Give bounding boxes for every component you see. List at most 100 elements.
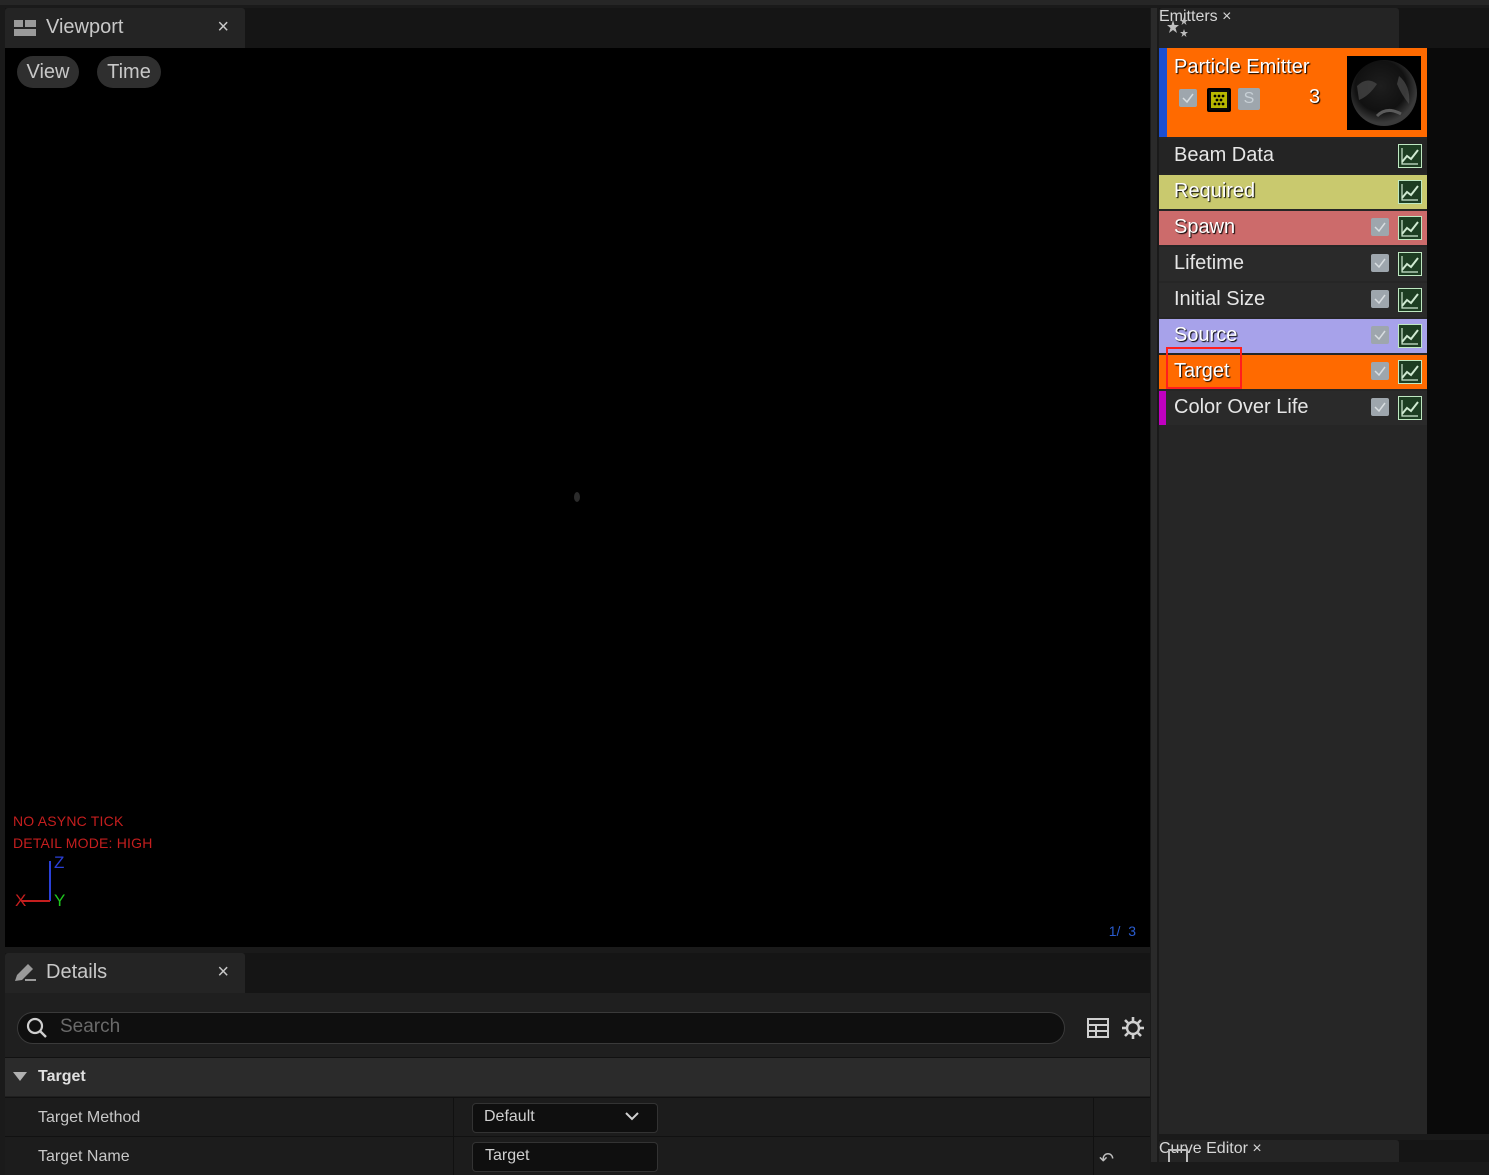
- graph-line-icon: [1401, 148, 1419, 165]
- property-row-target-method: Target Method Default: [5, 1097, 1150, 1136]
- module-accent-bar: [1159, 391, 1166, 425]
- viewport-canvas[interactable]: View Time NO ASYNC TICK DETAIL MODE: HIG…: [5, 48, 1150, 947]
- emitter-column: Particle Emitter S 3 Beam Data Required …: [1159, 48, 1427, 1134]
- category-target[interactable]: Target: [5, 1057, 1150, 1096]
- module-label: Spawn: [1174, 216, 1236, 238]
- property-name: Target Method: [38, 1109, 141, 1126]
- emitter-empty-area[interactable]: [1427, 48, 1489, 1134]
- details-search-field[interactable]: Search: [17, 1012, 1065, 1044]
- graph-line-icon: [1401, 400, 1419, 417]
- emitters-tab-bar: Emitters ×: [1159, 8, 1489, 48]
- emitter-header[interactable]: Particle Emitter S 3: [1159, 48, 1427, 137]
- graph-line-icon: [1401, 292, 1419, 309]
- viewport-counter: 1/ 3: [1108, 923, 1136, 939]
- module-row-initial-size[interactable]: Initial Size: [1159, 283, 1427, 317]
- target-name-field[interactable]: Target: [472, 1142, 658, 1172]
- solo-toggle[interactable]: S: [1238, 88, 1260, 110]
- expand-arrow-icon[interactable]: [13, 1072, 27, 1081]
- column-splitter: [1093, 1137, 1094, 1175]
- stat-detail-mode: DETAIL MODE: HIGH: [13, 835, 153, 851]
- selection-highlight: [1166, 347, 1242, 389]
- emitters-icon: [1167, 17, 1188, 37]
- checkmark-icon: [1374, 258, 1386, 269]
- sphere-thumbnail-icon: [1351, 60, 1417, 126]
- checkmark-icon: [1374, 402, 1386, 413]
- graph-line-icon: [1401, 220, 1419, 237]
- tab-emitters[interactable]: Emitters ×: [1159, 8, 1399, 48]
- graph-line-icon: [1401, 364, 1419, 381]
- module-label: Color Over Life: [1174, 396, 1309, 418]
- property-row-target-name: Target Name Target ↶: [5, 1136, 1150, 1175]
- reset-to-default-icon[interactable]: ↶: [1099, 1149, 1114, 1170]
- curve-graph-icon[interactable]: [1398, 288, 1422, 312]
- graph-line-icon: [1401, 256, 1419, 273]
- close-icon[interactable]: ×: [217, 16, 229, 39]
- axis-x-label: X: [15, 891, 27, 910]
- module-row-required[interactable]: Required: [1159, 175, 1427, 209]
- tab-curve-editor[interactable]: Curve Editor ×: [1159, 1140, 1399, 1162]
- top-strip: [0, 0, 1489, 5]
- module-row-color-over-life[interactable]: Color Over Life: [1159, 391, 1427, 425]
- details-tab-bar: Details ×: [5, 953, 1150, 993]
- module-label: Required: [1174, 180, 1256, 202]
- module-enable-checkbox[interactable]: [1371, 398, 1389, 416]
- close-icon[interactable]: ×: [1222, 8, 1231, 25]
- module-label: Lifetime: [1174, 252, 1245, 274]
- checkmark-icon: [1374, 222, 1386, 233]
- close-icon[interactable]: ×: [217, 961, 229, 984]
- module-enable-checkbox[interactable]: [1371, 290, 1389, 308]
- dropdown-value: Default: [484, 1108, 535, 1125]
- graph-line-icon: [1401, 184, 1419, 201]
- column-splitter[interactable]: [453, 1137, 454, 1175]
- curve-graph-icon[interactable]: [1398, 216, 1422, 240]
- axis-z-label: Z: [54, 853, 65, 872]
- curve-editor-icon: [1168, 1149, 1188, 1162]
- module-enable-checkbox[interactable]: [1371, 254, 1389, 272]
- module-row-lifetime[interactable]: Lifetime: [1159, 247, 1427, 281]
- axis-widget: Z X Y: [13, 851, 73, 911]
- viewport-tab-bar: Viewport ×: [5, 8, 1150, 48]
- emitter-name: Particle Emitter: [1174, 56, 1310, 78]
- module-enable-checkbox[interactable]: [1371, 218, 1389, 236]
- curve-graph-icon[interactable]: [1398, 324, 1422, 348]
- module-row-spawn[interactable]: Spawn: [1159, 211, 1427, 245]
- column-splitter[interactable]: [453, 1098, 454, 1136]
- chevron-down-icon: [625, 1112, 639, 1121]
- tab-details[interactable]: Details ×: [5, 953, 245, 993]
- dots-icon: [1211, 92, 1227, 108]
- module-label: Source: [1174, 324, 1238, 346]
- curve-graph-icon[interactable]: [1398, 180, 1422, 204]
- tab-viewport-label: Viewport: [46, 16, 124, 38]
- viewport-icon: [14, 20, 36, 36]
- emitter-enable-checkbox[interactable]: [1179, 89, 1197, 107]
- close-icon[interactable]: ×: [1252, 1140, 1261, 1157]
- search-placeholder: Search: [60, 1016, 121, 1037]
- curve-graph-icon[interactable]: [1398, 396, 1422, 420]
- curve-graph-icon[interactable]: [1398, 252, 1422, 276]
- category-label: Target: [38, 1068, 86, 1085]
- module-row-beam-data[interactable]: Beam Data: [1159, 139, 1427, 173]
- module-enable-checkbox[interactable]: [1371, 362, 1389, 380]
- table-view-icon[interactable]: [1085, 1015, 1111, 1041]
- panel-splitter[interactable]: [1151, 8, 1157, 1162]
- curve-editor-tab-bar: Curve Editor ×: [1159, 1140, 1489, 1162]
- column-splitter: [1093, 1098, 1094, 1136]
- emitter-particle-count: 3: [1309, 86, 1321, 108]
- gear-icon[interactable]: [1120, 1015, 1146, 1041]
- render-mode-icon[interactable]: [1207, 88, 1231, 112]
- view-menu-button[interactable]: View: [17, 56, 79, 88]
- emitter-thumbnail: [1347, 56, 1421, 130]
- tab-viewport[interactable]: Viewport ×: [5, 8, 245, 48]
- details-panel: Search Target Target Method Default Targ…: [5, 993, 1150, 1175]
- module-enable-checkbox[interactable]: [1371, 326, 1389, 344]
- checkmark-icon: [1374, 366, 1386, 377]
- time-menu-button[interactable]: Time: [97, 56, 161, 88]
- field-value: Target: [485, 1147, 530, 1164]
- pencil-icon: [15, 964, 36, 981]
- target-method-dropdown[interactable]: Default: [472, 1103, 658, 1133]
- curve-graph-icon[interactable]: [1398, 144, 1422, 168]
- graph-line-icon: [1401, 328, 1419, 345]
- property-name: Target Name: [38, 1148, 130, 1165]
- checkmark-icon: [1182, 93, 1194, 104]
- curve-graph-icon[interactable]: [1398, 360, 1422, 384]
